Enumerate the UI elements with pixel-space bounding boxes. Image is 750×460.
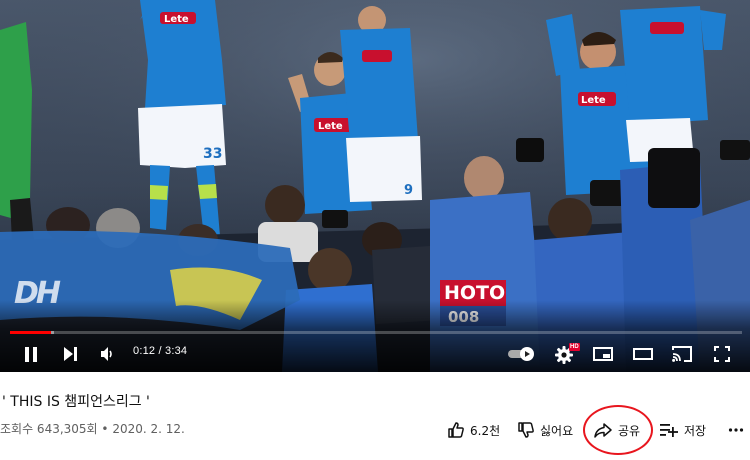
dislike-button[interactable]: 싫어요 (517, 418, 573, 442)
meta-separator: • (97, 422, 113, 436)
upload-date: 2020. 2. 12. (112, 422, 185, 436)
miniplayer-icon (593, 347, 613, 361)
pause-button[interactable] (20, 344, 42, 364)
time-display: 0:12 / 3:34 (133, 345, 187, 357)
progress-played (10, 331, 51, 334)
video-title: ' THIS IS 챔피언스리그 ' (2, 394, 150, 410)
thumbs-up-icon (448, 422, 464, 438)
mute-button[interactable] (97, 344, 117, 364)
current-time: 0:12 (133, 345, 156, 357)
skip-next-icon (64, 347, 77, 361)
view-count: 조회수 643,305회 (0, 422, 98, 436)
svg-text:Lete: Lete (164, 14, 189, 25)
like-button[interactable]: 6.2천 (447, 418, 500, 442)
next-button[interactable] (59, 344, 81, 364)
duration: 3:34 (165, 345, 188, 357)
theater-icon (633, 348, 653, 360)
share-button[interactable]: 공유 (593, 418, 640, 442)
playlist-add-icon (660, 424, 678, 437)
video-meta: 조회수 643,305회 • 2020. 2. 12. (0, 420, 185, 437)
more-horizontal-icon (728, 428, 744, 432)
pause-icon (25, 346, 37, 362)
hd-badge: HD (569, 343, 580, 351)
svg-text:Lete: Lete (581, 95, 606, 106)
dislike-label: 싫어요 (540, 423, 574, 438)
volume-icon (101, 347, 112, 361)
fullscreen-icon (714, 346, 730, 362)
thumbs-down-icon (518, 422, 534, 438)
theater-mode-button[interactable] (632, 345, 654, 363)
save-button[interactable]: 저장 (659, 418, 706, 442)
autoplay-icon (508, 347, 534, 361)
save-label: 저장 (684, 423, 707, 438)
miniplayer-button[interactable] (592, 345, 614, 363)
time-separator: / (155, 345, 165, 357)
svg-text:Lete: Lete (318, 121, 343, 132)
like-count: 6.2천 (470, 423, 501, 438)
fullscreen-button[interactable] (711, 344, 733, 364)
cast-button[interactable] (671, 345, 693, 363)
svg-text:9: 9 (404, 183, 413, 198)
svg-text:33: 33 (203, 146, 222, 162)
video-player[interactable]: Lete 33 Lete 9 Lete HOTO DH 0:12 / 3:34 … (0, 0, 750, 372)
progress-bar[interactable] (10, 331, 742, 334)
share-icon (594, 423, 612, 438)
share-label: 공유 (618, 423, 641, 438)
cast-icon (672, 346, 692, 362)
autoplay-toggle[interactable] (507, 345, 537, 363)
more-actions-button[interactable] (728, 418, 744, 442)
